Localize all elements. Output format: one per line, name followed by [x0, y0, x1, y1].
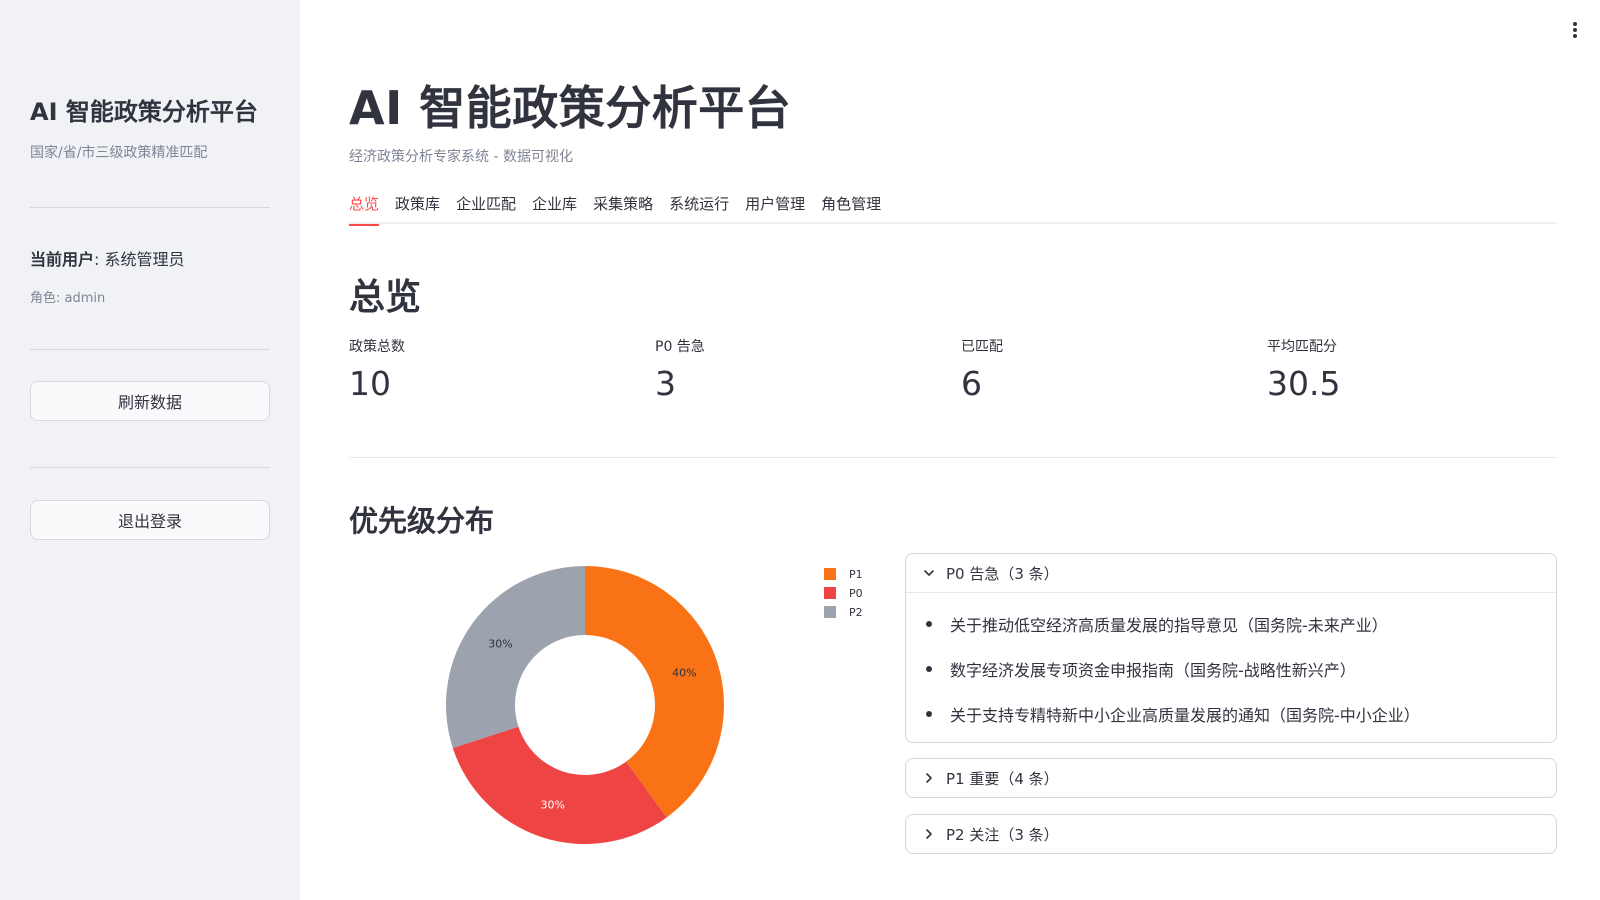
legend-label: P0: [849, 587, 863, 600]
metric-label: 已匹配: [961, 339, 1003, 355]
bullet-icon: [926, 620, 932, 627]
metric-total-policies: 政策总数 10: [349, 336, 639, 403]
menu-dot: [1573, 28, 1577, 32]
priority-donut-chart: 40% 30% 30% P1 P0 P2: [446, 566, 863, 844]
expander-title: P0 告急（3 条）: [946, 564, 1059, 583]
expander-header[interactable]: P2 关注（3 条）: [906, 815, 1556, 853]
sidebar: AI 智能政策分析平台 国家/省/市三级政策精准匹配 当前用户: 系统管理员 角…: [0, 0, 300, 900]
legend-swatch[interactable]: [824, 568, 836, 580]
metric-matched: 已匹配 6: [961, 336, 1251, 403]
metric-value: 3: [655, 364, 676, 403]
donut-slice-p0[interactable]: [452, 726, 667, 844]
policy-title: 关于支持专精特新中小企业高质量发展的通知（国务院-中小企业）: [950, 705, 1420, 725]
overview-heading: 总览: [349, 277, 422, 318]
tab-bar: 总览 政策库 企业匹配 企业库 采集策略 系统运行 用户管理 角色管理: [349, 190, 1557, 226]
menu-dot: [1573, 34, 1577, 38]
tab-enterprise-library[interactable]: 企业库: [532, 190, 577, 224]
menu-dot: [1573, 22, 1577, 26]
expander-header[interactable]: P0 告急（3 条）: [906, 554, 1556, 592]
legend-label: P1: [849, 568, 863, 581]
tab-enterprise-match[interactable]: 企业匹配: [456, 190, 516, 224]
sidebar-divider: [30, 207, 270, 208]
legend-swatch[interactable]: [824, 606, 836, 618]
logout-button[interactable]: 退出登录: [30, 500, 270, 540]
refresh-data-button[interactable]: 刷新数据: [30, 381, 270, 421]
expander-title: P2 关注（3 条）: [946, 825, 1059, 844]
bullet-icon: [926, 665, 932, 672]
metric-label: P0 告急: [655, 339, 705, 355]
tab-overview[interactable]: 总览: [349, 190, 380, 226]
legend-swatch[interactable]: [824, 587, 836, 599]
slice-label: 30%: [540, 798, 564, 811]
list-item: 数字经济发展专项资金申报指南（国务院-战略性新兴产）: [906, 646, 1556, 691]
tab-system-operation[interactable]: 系统运行: [669, 190, 729, 224]
legend-label: P2: [849, 606, 863, 619]
expander-p2: P2 关注（3 条）: [905, 814, 1557, 854]
expander-header[interactable]: P1 重要（4 条）: [906, 759, 1556, 797]
chevron-right-icon: [922, 772, 936, 784]
tab-policy-library[interactable]: 政策库: [395, 190, 440, 224]
slice-label: 40%: [672, 667, 696, 680]
tab-collection-strategy[interactable]: 采集策略: [593, 190, 653, 224]
metric-label: 平均匹配分: [1267, 339, 1337, 355]
sidebar-subtitle: 国家/省/市三级政策精准匹配: [30, 145, 208, 161]
metric-label: 政策总数: [349, 339, 405, 355]
main-content: AI 智能政策分析平台 经济政策分析专家系统 - 数据可视化 总览 政策库 企业…: [349, 0, 1557, 900]
page-title: AI 智能政策分析平台: [349, 81, 792, 135]
metric-value: 6: [961, 364, 982, 403]
metric-avg-match-score: 平均匹配分 30.5: [1267, 336, 1557, 403]
tab-user-management[interactable]: 用户管理: [745, 190, 805, 224]
expander-body: 关于推动低空经济高质量发展的指导意见（国务院-未来产业） 数字经济发展专项资金申…: [906, 592, 1556, 742]
chevron-down-icon: [922, 567, 936, 579]
expander-title: P1 重要（4 条）: [946, 769, 1059, 788]
user-role: 角色: admin: [30, 291, 106, 306]
sidebar-divider: [30, 467, 270, 468]
expander-p1: P1 重要（4 条）: [905, 758, 1557, 798]
tab-role-management[interactable]: 角色管理: [821, 190, 881, 224]
list-item: 关于支持专精特新中小企业高质量发展的通知（国务院-中小企业）: [906, 691, 1556, 736]
slice-label: 30%: [488, 638, 512, 651]
bullet-icon: [926, 710, 932, 717]
current-user-name: : 系统管理员: [94, 250, 185, 269]
metric-value: 30.5: [1267, 364, 1341, 403]
page-caption: 经济政策分析专家系统 - 数据可视化: [349, 149, 573, 165]
kebab-menu-icon[interactable]: [1570, 22, 1580, 38]
policy-title: 数字经济发展专项资金申报指南（国务院-战略性新兴产）: [950, 660, 1356, 680]
chevron-right-icon: [922, 828, 936, 840]
list-item: 关于推动低空经济高质量发展的指导意见（国务院-未来产业）: [906, 601, 1556, 646]
metric-value: 10: [349, 364, 391, 403]
section-divider: [349, 457, 1557, 458]
donut-slice-p2[interactable]: [446, 566, 585, 748]
sidebar-title: AI 智能政策分析平台: [30, 98, 258, 126]
priority-heading: 优先级分布: [349, 504, 495, 538]
current-user-label: 当前用户: [30, 250, 95, 269]
metric-p0-urgent: P0 告急 3: [655, 336, 945, 403]
policy-title: 关于推动低空经济高质量发展的指导意见（国务院-未来产业）: [950, 615, 1388, 635]
sidebar-divider: [30, 349, 270, 350]
expander-p0: P0 告急（3 条） 关于推动低空经济高质量发展的指导意见（国务院-未来产业） …: [905, 553, 1557, 743]
current-user: 当前用户: 系统管理员: [30, 246, 185, 270]
